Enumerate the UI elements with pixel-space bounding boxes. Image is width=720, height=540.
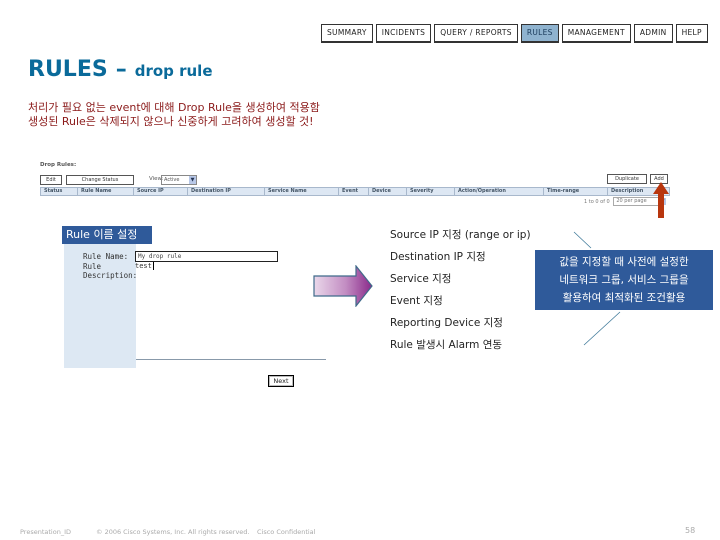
drop-rules-panel: Drop Rules: Edit Change Status View: Act… [36, 160, 672, 208]
footer-confidential: Cisco Confidential [257, 528, 316, 536]
rule-description-label-2: Description: [83, 271, 138, 280]
rule-form-content [136, 244, 326, 368]
title-dash: – [115, 57, 127, 82]
col-time-range[interactable]: Time-range [544, 188, 608, 195]
up-arrow-icon [653, 182, 669, 218]
col-event[interactable]: Event [339, 188, 369, 195]
rule-name-label: Rule Name: [83, 252, 129, 261]
form-divider [136, 359, 326, 360]
text-caret [152, 262, 154, 270]
rule-description-value: test [135, 262, 152, 270]
edit-button[interactable]: Edit [40, 175, 62, 185]
tab-incidents[interactable]: INCIDENTS [375, 24, 432, 43]
footer-copyright: © 2006 Cisco Systems, Inc. All rights re… [96, 528, 250, 536]
description-line-2: 생성된 Rule은 삭제되지 않으나 신중하게 고려하여 생성할 것! [28, 115, 314, 128]
col-rule-name[interactable]: Rule Name [78, 188, 134, 195]
view-selected-value: Active [164, 177, 180, 183]
title-main: RULES [28, 57, 108, 82]
rule-description-input[interactable]: test [135, 262, 154, 270]
rule-description-label-1: Rule [83, 262, 102, 271]
rule-name-input[interactable]: My drop rule [135, 251, 278, 262]
criteria-alarm: Rule 발생시 Alarm 연동 [390, 339, 503, 351]
tab-management[interactable]: MANAGEMENT [561, 24, 631, 43]
callout-line-3: 활용하여 최적화된 조건활용 [562, 292, 686, 304]
pager: 1 to 0 of 0 20 per page ▼ [584, 197, 667, 206]
tab-query-reports[interactable]: QUERY / REPORTS [434, 24, 518, 43]
callout-line-1: 값을 지정할 때 사전에 설정한 [559, 256, 689, 268]
drop-rules-label: Drop Rules: [40, 162, 77, 168]
view-select[interactable]: Active ▼ [161, 175, 197, 185]
tab-help[interactable]: HELP [675, 24, 708, 43]
callout-line-2: 네트워크 그룹, 서비스 그룹을 [559, 274, 689, 286]
col-service-name[interactable]: Service Name [265, 188, 339, 195]
col-source-ip[interactable]: Source IP [134, 188, 188, 195]
col-device[interactable]: Device [369, 188, 407, 195]
change-status-button[interactable]: Change Status [66, 175, 134, 185]
page-number: 58 [685, 526, 696, 535]
col-severity[interactable]: Severity [407, 188, 455, 195]
tab-summary[interactable]: SUMMARY [321, 24, 373, 43]
right-arrow-icon [313, 265, 373, 307]
top-nav: SUMMARY INCIDENTS QUERY / REPORTS RULES … [321, 24, 711, 43]
col-description[interactable]: Description [608, 188, 657, 195]
title-sub: drop rule [134, 62, 213, 80]
criteria-event: Event 지정 [390, 295, 443, 307]
footer-presentation-id: Presentation_ID [20, 528, 71, 536]
tab-rules[interactable]: RULES [520, 24, 559, 43]
page-title: RULES – drop rule [28, 57, 213, 82]
duplicate-button[interactable]: Duplicate [607, 174, 647, 184]
chevron-down-icon: ▼ [189, 176, 196, 184]
tab-admin[interactable]: ADMIN [633, 24, 673, 43]
col-status[interactable]: Status [41, 188, 78, 195]
criteria-source-ip: Source IP 지정 (range or ip) [390, 229, 531, 241]
pager-text: 1 to 0 of 0 [584, 199, 610, 205]
per-page-value: 20 per page [616, 198, 647, 204]
rule-form [64, 244, 326, 368]
criteria-service: Service 지정 [390, 273, 452, 285]
rule-name-section-label: Rule 이름 설정 [62, 226, 152, 244]
col-destination-ip[interactable]: Destination IP [188, 188, 265, 195]
criteria-reporting-device: Reporting Device 지정 [390, 317, 503, 329]
next-button[interactable]: Next [268, 375, 294, 387]
rules-table-header: Status Rule Name Source IP Destination I… [40, 187, 670, 196]
criteria-destination-ip: Destination IP 지정 [390, 251, 486, 263]
col-action-operation[interactable]: Action/Operation [455, 188, 544, 195]
callout-box: 값을 지정할 때 사전에 설정한 네트워크 그룹, 서비스 그룹을 활용하여 최… [535, 250, 713, 310]
